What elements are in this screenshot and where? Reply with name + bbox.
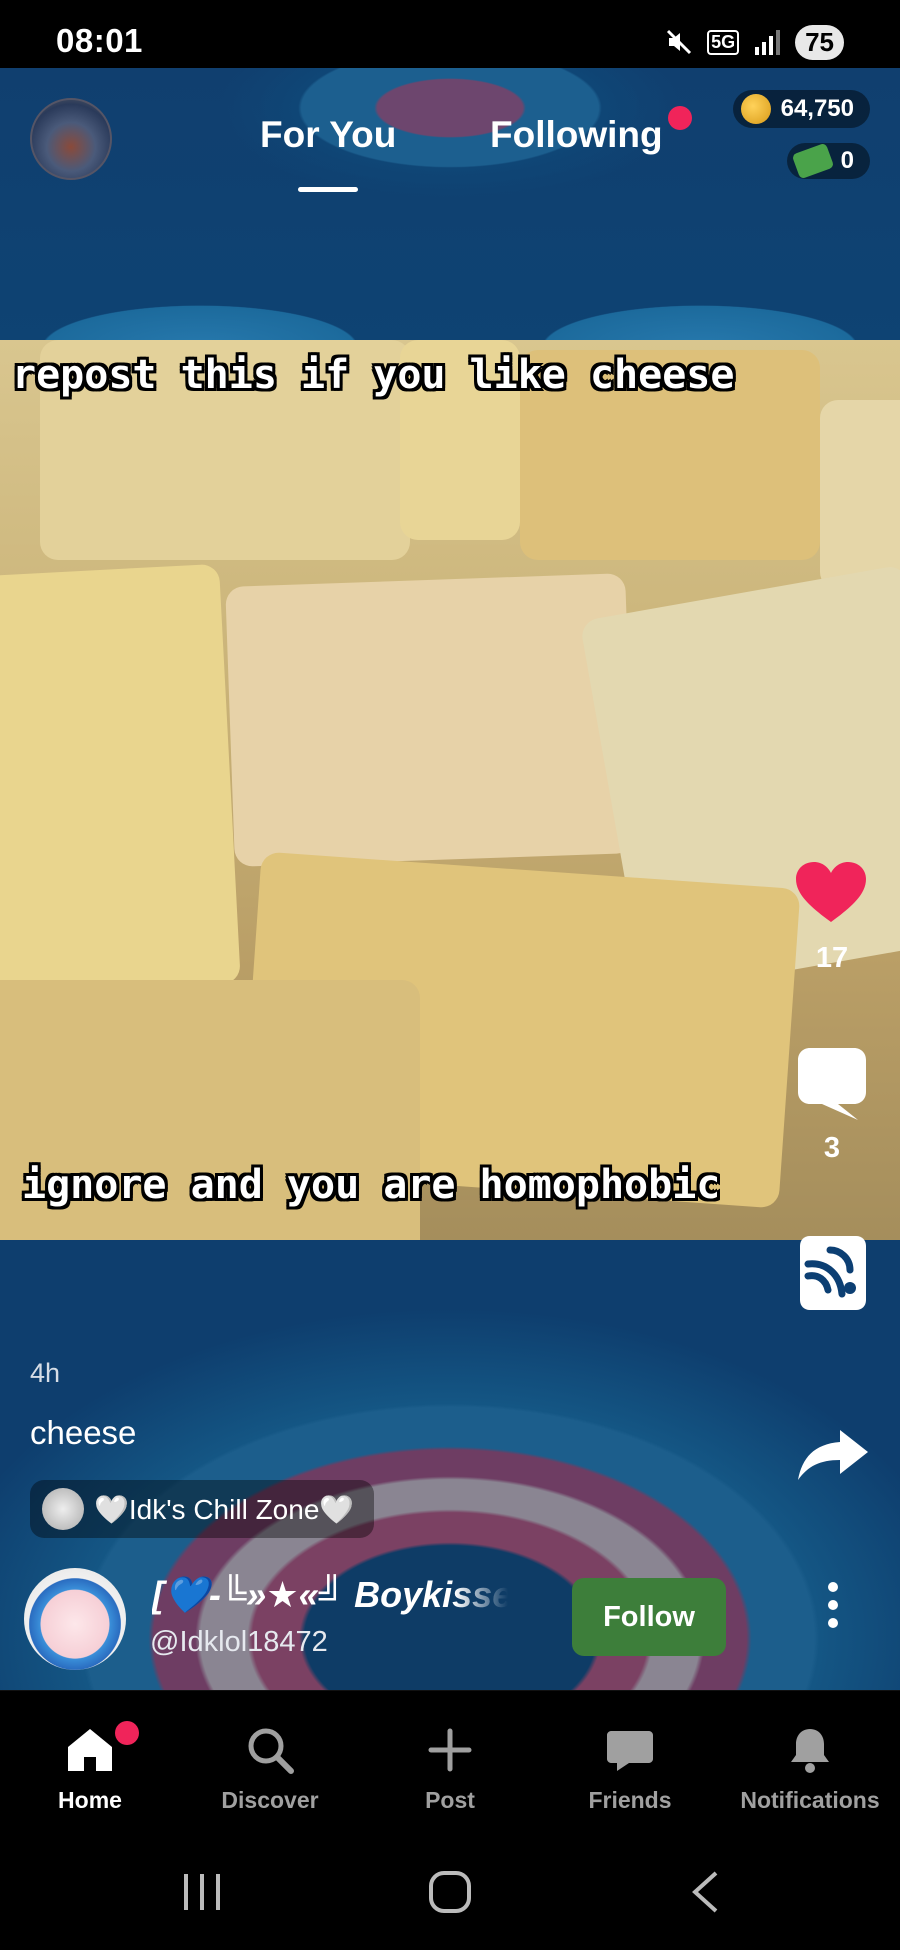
back-icon[interactable] [690,1870,720,1914]
nav-notifications[interactable]: Notifications [720,1691,900,1831]
follow-button[interactable]: Follow [572,1578,726,1656]
signal-icon [755,30,781,55]
system-navigation-bar [0,1830,900,1950]
caption-bottom: ignore and you are homophobic [22,1162,721,1208]
bell-icon [791,1729,829,1773]
cash-value: 0 [840,147,854,174]
nav-home-label: Home [58,1787,122,1813]
caption-top: repost this if you like cheese [12,352,735,398]
like-heart-icon[interactable] [796,862,866,924]
nav-friends-label: Friends [588,1787,672,1813]
coins-value: 64,750 [780,95,854,122]
status-bar: 08:01 5G 75 [0,0,900,68]
coin-icon [740,94,771,124]
chat-icon [607,1731,653,1771]
bottom-navigation: Home Discover Post Friends Notifications [0,1690,900,1831]
community-icon [42,1488,84,1530]
remix-icon[interactable] [800,1236,866,1310]
tab-following[interactable]: Following [490,114,663,156]
network-label: 5G [707,29,740,55]
coins-balance[interactable]: 64,750 [732,90,870,128]
battery-indicator: 75 [795,24,844,60]
author-name[interactable]: [💙-╚»★«╝ Boykisser [152,1574,508,1616]
community-name: 🤍Idk's Chill Zone🤍 [94,1493,355,1525]
tab-for-you[interactable]: For You [260,114,396,156]
comment-count: 3 [823,1132,841,1164]
post-time: 4h [30,1358,61,1388]
author-avatar[interactable] [24,1568,126,1670]
post-image[interactable]: repost this if you like cheese ignore an… [0,340,900,1240]
following-notification-dot [668,106,692,130]
home-system-icon[interactable] [428,1870,472,1914]
share-icon[interactable] [798,1430,868,1480]
post-description: cheese [30,1414,137,1451]
status-icons: 5G 75 [665,22,844,62]
recent-apps-icon[interactable] [180,1872,224,1912]
author-handle[interactable]: @Idklol18472 [150,1626,328,1659]
more-options-icon[interactable] [818,1582,848,1632]
clock: 08:01 [56,22,143,59]
search-icon [248,1728,294,1774]
community-tag[interactable]: 🤍Idk's Chill Zone🤍 [30,1480,375,1538]
cash-icon [791,142,835,180]
profile-avatar[interactable] [30,98,112,180]
nav-friends[interactable]: Friends [540,1691,720,1831]
like-count: 17 [815,942,849,974]
home-notification-dot [115,1721,139,1745]
nav-post-label: Post [425,1787,475,1813]
home-icon [68,1729,112,1771]
mute-icon [667,29,692,55]
nav-home[interactable]: Home [0,1691,180,1831]
nav-post[interactable]: Post [360,1691,540,1831]
nav-notifications-label: Notifications [740,1787,880,1813]
active-tab-indicator [298,187,358,192]
cash-balance[interactable]: 0 [786,142,870,180]
nav-discover[interactable]: Discover [180,1691,360,1831]
comment-icon[interactable] [798,1048,866,1120]
plus-icon [428,1728,472,1772]
nav-discover-label: Discover [221,1787,319,1813]
